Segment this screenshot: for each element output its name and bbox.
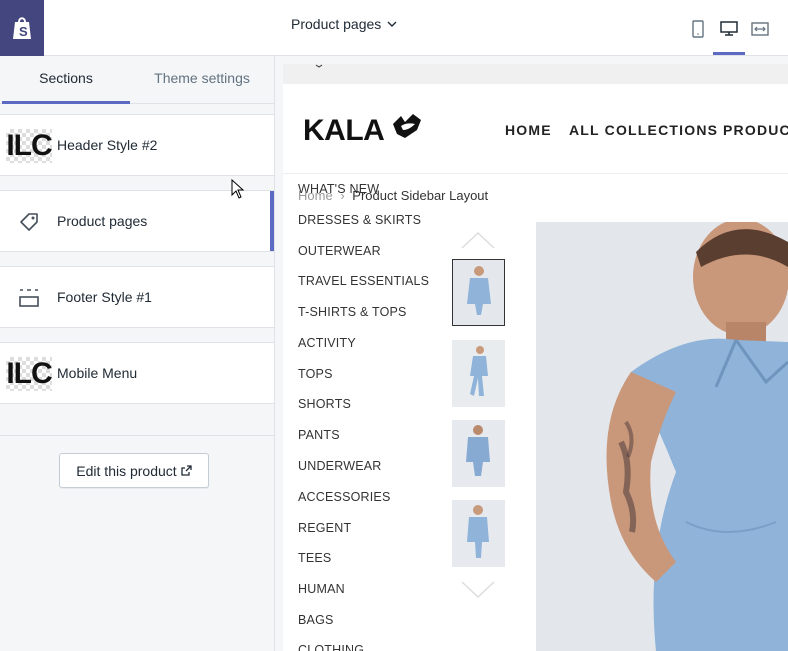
product-thumbnail-image bbox=[452, 420, 505, 487]
chevron-down-icon bbox=[387, 21, 397, 27]
active-device-indicator bbox=[713, 52, 745, 55]
category-item[interactable]: CLOTHING bbox=[298, 643, 364, 651]
breadcrumb-current: Product Sidebar Layout bbox=[352, 188, 489, 203]
product-thumbnail[interactable] bbox=[452, 420, 505, 487]
category-item[interactable]: TOPS bbox=[298, 367, 333, 381]
category-item[interactable]: OUTERWEAR bbox=[298, 244, 381, 258]
main-product-image[interactable] bbox=[536, 222, 788, 651]
thumbs-down-arrow-icon[interactable] bbox=[461, 580, 495, 600]
fullwidth-icon[interactable] bbox=[749, 18, 771, 40]
sidebar-header bbox=[44, 0, 275, 56]
section-label: Product pages bbox=[57, 213, 148, 229]
tab-sections[interactable]: Sections bbox=[2, 56, 130, 104]
external-link-icon bbox=[181, 465, 192, 476]
svg-text:S: S bbox=[19, 24, 28, 39]
nav-home[interactable]: HOME bbox=[505, 122, 552, 138]
site-header: KALA HOME ALL COLLECTIONS PRODUCT bbox=[283, 84, 788, 174]
category-item[interactable]: BAGS bbox=[298, 613, 334, 627]
shopify-bag-icon: S bbox=[13, 17, 31, 39]
shopify-logo[interactable]: S bbox=[0, 0, 44, 56]
category-item[interactable]: ACTIVITY bbox=[298, 336, 356, 350]
mobile-icon[interactable] bbox=[687, 18, 709, 40]
editor-sidebar: S Sections Theme settings ILC Header Sty… bbox=[0, 0, 275, 651]
thumbs-up-arrow-icon[interactable] bbox=[461, 230, 495, 250]
product-thumbnail[interactable] bbox=[452, 500, 505, 567]
category-item[interactable]: HUMAN bbox=[298, 582, 345, 596]
section-header-style[interactable]: ILC Header Style #2 bbox=[0, 114, 274, 176]
breadcrumb-separator: › bbox=[340, 188, 345, 203]
category-item[interactable]: TRAVEL ESSENTIALS bbox=[298, 274, 429, 288]
edit-product-button[interactable]: Edit this product bbox=[59, 453, 209, 488]
preview-toolbar: Product pages bbox=[275, 0, 788, 56]
section-label: Footer Style #1 bbox=[57, 289, 152, 305]
product-thumbnail-image bbox=[453, 260, 504, 325]
category-item[interactable]: ACCESSORIES bbox=[298, 490, 391, 504]
store-logo[interactable]: KALA bbox=[303, 114, 385, 148]
product-thumbnail[interactable] bbox=[452, 340, 505, 407]
category-item[interactable]: T-SHIRTS & TOPS bbox=[298, 305, 407, 319]
breadcrumb: Home › Product Sidebar Layout bbox=[298, 188, 488, 203]
preview-top-strip bbox=[283, 64, 788, 84]
section-label: Header Style #2 bbox=[57, 137, 158, 153]
product-thumbnail-image bbox=[452, 340, 505, 407]
category-item[interactable]: REGENT bbox=[298, 521, 351, 535]
section-mobile-menu[interactable]: ILC Mobile Menu bbox=[0, 342, 274, 404]
footer-layout-icon bbox=[9, 281, 49, 315]
category-item[interactable]: PANTS bbox=[298, 428, 340, 442]
category-item[interactable]: DRESSES & SKIRTS bbox=[298, 213, 421, 227]
tag-icon bbox=[9, 205, 49, 239]
page-type-select[interactable]: Product pages bbox=[291, 16, 397, 32]
product-photo bbox=[536, 222, 788, 651]
section-label: Mobile Menu bbox=[57, 365, 138, 381]
mouse-cursor-icon bbox=[231, 179, 245, 199]
store-preview: KALA HOME ALL COLLECTIONS PRODUCT WHAT'S… bbox=[283, 64, 788, 651]
chevron-up-icon bbox=[315, 64, 323, 68]
nav-all-collections[interactable]: ALL COLLECTIONS bbox=[569, 122, 718, 138]
header-thumbnail: ILC bbox=[6, 129, 53, 163]
breadcrumb-home[interactable]: Home bbox=[298, 188, 333, 203]
sidebar-tabs: Sections Theme settings bbox=[0, 56, 274, 104]
section-product-pages[interactable]: Product pages bbox=[0, 190, 274, 252]
product-thumbnail[interactable] bbox=[452, 259, 505, 326]
logo-mark-icon bbox=[393, 114, 421, 138]
category-item[interactable]: SHORTS bbox=[298, 397, 351, 411]
section-footer-style[interactable]: Footer Style #1 bbox=[0, 266, 274, 328]
mobile-menu-thumbnail: ILC bbox=[6, 357, 53, 391]
product-thumbnail-image bbox=[452, 500, 505, 567]
category-item[interactable]: UNDERWEAR bbox=[298, 459, 382, 473]
tab-theme-settings[interactable]: Theme settings bbox=[138, 56, 266, 104]
divider bbox=[0, 435, 274, 436]
category-item[interactable]: TEES bbox=[298, 551, 331, 565]
desktop-icon[interactable] bbox=[718, 18, 740, 40]
nav-product[interactable]: PRODUCT bbox=[723, 122, 788, 138]
